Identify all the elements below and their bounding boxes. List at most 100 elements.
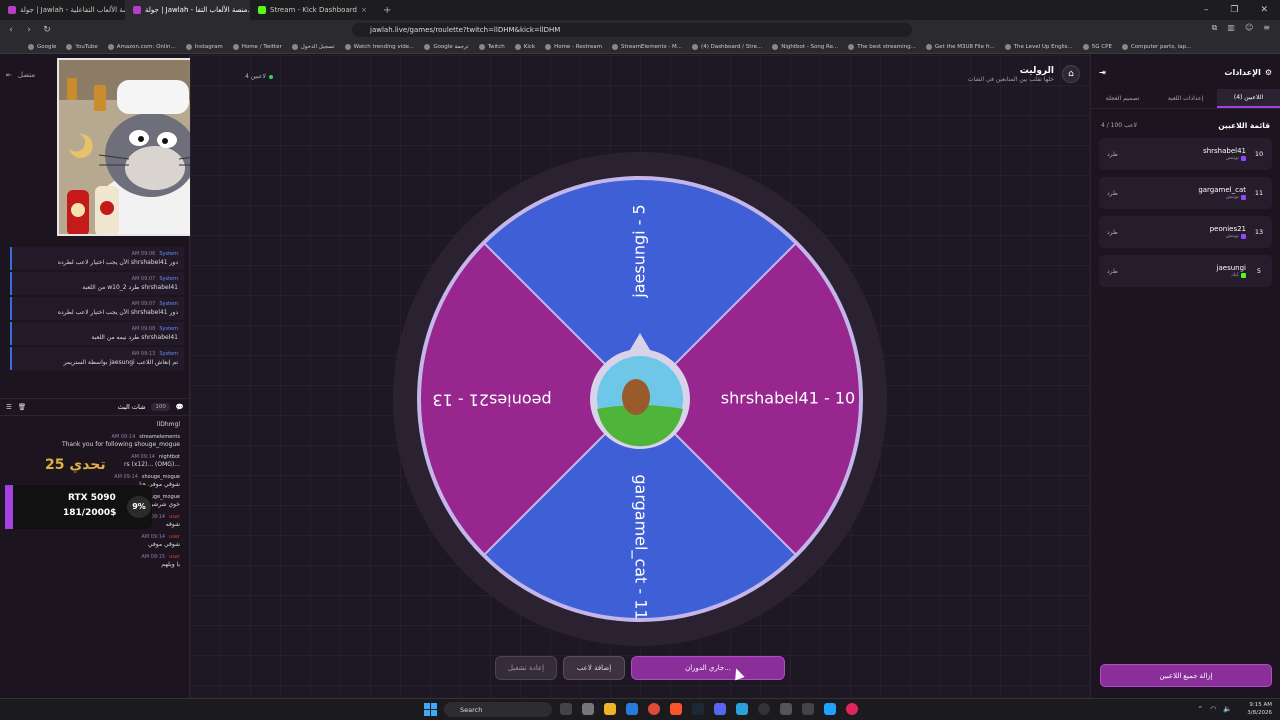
wheel-segment-label: gargamel_cat - 11 (631, 474, 651, 619)
bookmark-item[interactable]: Home - Restream (545, 43, 602, 50)
kick-player-button[interactable]: طرد (1107, 229, 1118, 236)
app-icon[interactable] (802, 703, 814, 715)
bookmark-item[interactable]: Nightbot - Song Re... (772, 43, 838, 50)
tab-game-settings[interactable]: إعدادات اللعبة (1154, 89, 1217, 108)
mail-icon[interactable] (626, 703, 638, 715)
remove-all-players-button[interactable]: إزالة جميع اللاعبين (1100, 664, 1272, 687)
telegram-icon[interactable] (736, 703, 748, 715)
roulette-wheel: shrshabel41 - 10 gargamel_cat - 11 peonies… (393, 152, 887, 646)
player-name: shrshabel41 (1203, 147, 1246, 155)
reload-icon[interactable]: ↻ (40, 25, 54, 35)
page-header: ⌂ الروليت خلها تقلب بين المتابعين في الش… (968, 65, 1080, 83)
close-tab-icon[interactable]: × (361, 6, 367, 14)
profile-icon[interactable]: ☺ (1245, 23, 1253, 33)
kick-player-button[interactable]: طرد (1107, 151, 1118, 158)
chat-message: user AM 09:14 شوقي موفي (141, 534, 180, 548)
bookmark-item[interactable]: The Level Up Englis... (1004, 43, 1073, 50)
system-message: System AM 09:07 دور shrshabel41 الآن يجب ا… (10, 297, 184, 320)
bookmark-item[interactable]: Twitch (478, 43, 505, 50)
bookmark-item[interactable]: (4) Dashboard / Stre... (692, 43, 762, 50)
jawlah-favicon-icon (133, 6, 141, 14)
file-explorer-icon[interactable] (604, 703, 616, 715)
home-icon[interactable]: ⌂ (1062, 65, 1080, 83)
chat-message: llDhmgl (156, 421, 180, 428)
app-icon[interactable] (824, 703, 836, 715)
bookmark-item[interactable]: Computer parts, lap... (1121, 43, 1191, 50)
bookmark-favicon-icon (1004, 43, 1011, 50)
browser-tab[interactable]: Stream - Kick Dashboard × (250, 0, 375, 20)
close-window-icon[interactable]: ✕ (1260, 5, 1268, 15)
bookmark-item[interactable]: Watch trending vide... (344, 43, 414, 50)
browser-tab-active[interactable]: جولة | Jawlah - منصة الألعاب التفا...× (125, 0, 250, 20)
app-root: ⇤ متصل System AM 09:06 دور shrshabel41 الآ… (0, 55, 1280, 698)
bookmark-favicon-icon (612, 43, 619, 50)
bookmark-item[interactable]: Google (28, 43, 56, 50)
collapse-settings-icon[interactable]: ⇥ (1099, 68, 1106, 77)
player-row: طرد gargamel_cat تويتش 11 (1099, 177, 1272, 209)
settings-app-icon[interactable] (582, 703, 594, 715)
trash-icon[interactable]: 🗑 (18, 403, 26, 411)
chat-message: streamelements AM 09:14 Thank you for foll… (61, 434, 180, 448)
taskbar-apps (560, 703, 858, 715)
connection-status: متصل (17, 71, 36, 79)
new-tab-button[interactable]: + (375, 5, 399, 16)
discord-icon[interactable] (714, 703, 726, 715)
tab-wheel-design[interactable]: تصميم العجلة (1091, 89, 1154, 108)
volume-icon[interactable]: 🔈 (1223, 705, 1232, 713)
bookmark-item[interactable]: StreamElements - M... (612, 43, 682, 50)
url-field[interactable]: jawlah.live/games/roulette?twitch=llDHM&… (352, 23, 912, 37)
wifi-icon[interactable]: ◠ (1210, 705, 1216, 713)
players-list-header: 4 / 100 لاعب قائمة اللاعبين (1091, 109, 1280, 138)
bookmark-favicon-icon (107, 43, 114, 50)
kick-favicon-icon (258, 6, 266, 14)
restart-button[interactable]: إعادة تشغيل (495, 656, 557, 680)
kick-player-button[interactable]: طرد (1107, 268, 1118, 275)
bookmark-item[interactable]: Get the M3U8 File fr... (925, 43, 995, 50)
minimize-icon[interactable]: – (1204, 5, 1209, 15)
bookmark-favicon-icon (545, 43, 552, 50)
brave-icon[interactable] (670, 703, 682, 715)
settings-title: الإعدادات (1224, 67, 1261, 77)
bookmark-item[interactable]: 5G CPE (1082, 43, 1112, 50)
forward-icon[interactable]: › (22, 25, 36, 35)
clock[interactable]: 9:15 AM 3/8/2026 (1247, 701, 1272, 717)
steam-icon[interactable] (692, 703, 704, 715)
kick-player-button[interactable]: طرد (1107, 190, 1118, 197)
sidebar-icon[interactable]: ▥ (1227, 23, 1235, 33)
add-player-button[interactable]: إضافة لاعب (563, 656, 625, 680)
bookmark-item[interactable]: The best streaming... (848, 43, 916, 50)
task-view-icon[interactable] (560, 703, 572, 715)
taskbar-search[interactable]: Search (444, 702, 552, 717)
extensions-icon[interactable]: ⧉ (1212, 23, 1218, 33)
chrome-icon[interactable] (648, 703, 660, 715)
menu-icon[interactable]: ≡ (1263, 23, 1270, 33)
jawlah-favicon-icon (8, 6, 16, 14)
bookmark-item[interactable]: Home / Twitter (232, 43, 282, 50)
tab-players[interactable]: اللاعبين (4) (1217, 89, 1280, 108)
roulette-stage: 4 لاعبين ⌂ الروليت خلها تقلب بين المتابع… (190, 55, 1090, 698)
app-icon[interactable] (780, 703, 792, 715)
bookmark-item[interactable]: تسجيل الدخول (291, 43, 335, 50)
back-icon[interactable]: ‹ (4, 25, 18, 35)
bookmark-item[interactable]: Amazon.com: Onlin... (107, 43, 176, 50)
player-number: 10 (1254, 150, 1264, 158)
browser-tab[interactable]: جولة | Jawlah - منصة الألعاب التفاعلية× (0, 0, 125, 20)
bookmark-item[interactable]: Instagram (185, 43, 223, 50)
tray-chevron-icon[interactable]: ⌃ (1197, 705, 1203, 713)
collapse-panel-icon[interactable]: ⇤ (6, 71, 12, 79)
spin-button[interactable]: جاري الدوران... (631, 656, 785, 680)
chat-title: شات البث (117, 403, 146, 411)
settings-header: ⇥ الإعدادات ⚙ (1091, 55, 1280, 89)
maximize-icon[interactable]: ❐ (1230, 5, 1238, 15)
bookmark-item[interactable]: YouTube (66, 43, 98, 50)
filter-icon[interactable]: ☰ (6, 403, 12, 411)
players-online-indicator: 4 لاعبين (245, 73, 273, 80)
obs-icon[interactable] (758, 703, 770, 715)
bookmark-item[interactable]: Google ترجمة (424, 43, 469, 50)
app-icon[interactable] (846, 703, 858, 715)
bookmark-item[interactable]: Kick (514, 43, 535, 50)
bookmark-favicon-icon (424, 43, 431, 50)
wheel-segment-label: shrshabel41 - 10 (721, 389, 855, 408)
windows-start-icon[interactable] (424, 703, 437, 716)
system-tray: ⌃ ◠ 🔈 (1197, 705, 1232, 713)
